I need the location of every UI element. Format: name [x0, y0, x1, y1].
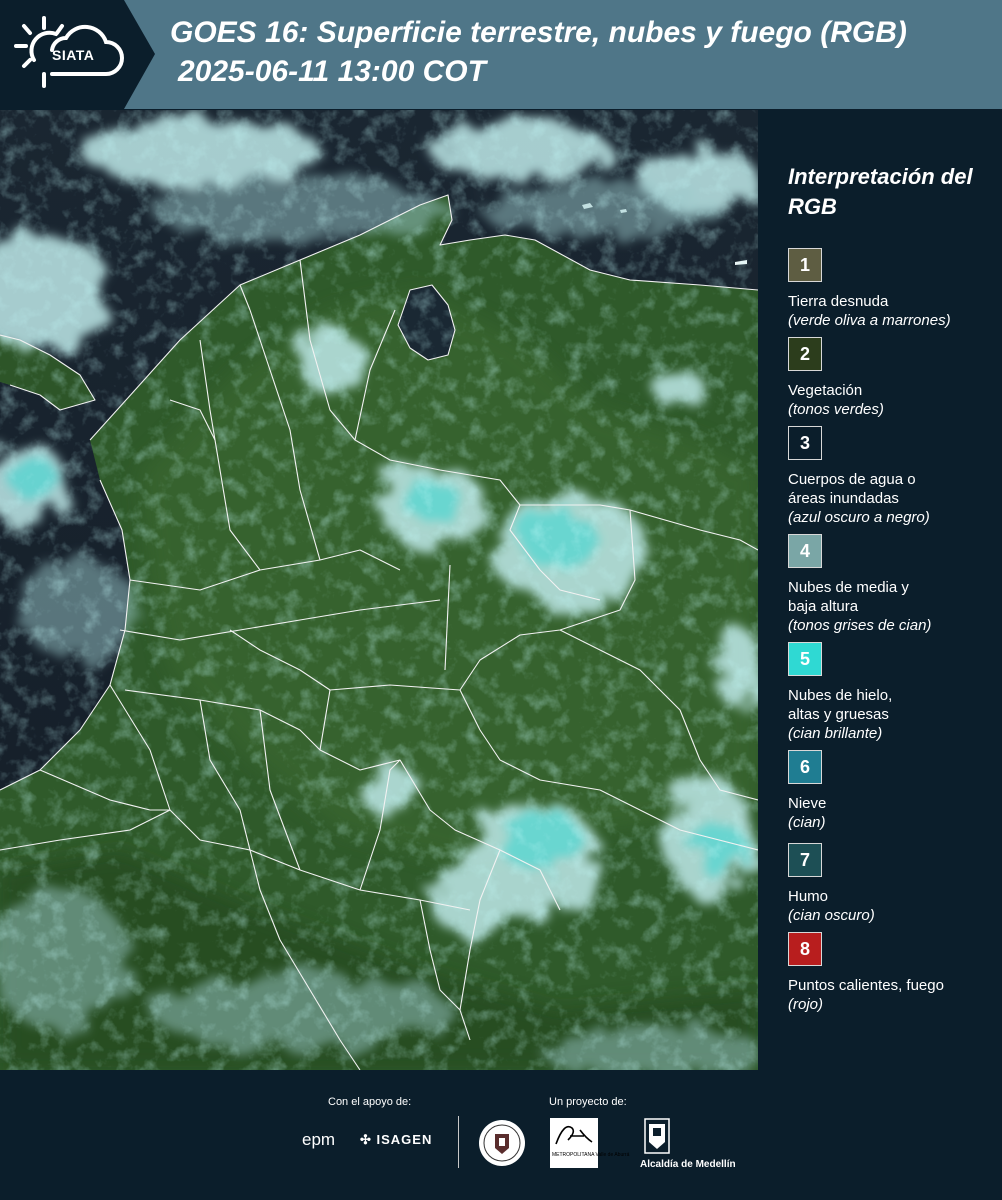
legend-item-fire: 8 Puntos calientes, fuego (rojo)	[788, 932, 998, 1014]
legend-item-label: Nubes de media y baja altura	[788, 579, 909, 615]
legend-item-label: Humo	[788, 888, 829, 905]
legend-swatch: 2	[788, 337, 822, 371]
legend-panel: Interpretación del RGB 1 Tierra desnuda …	[760, 110, 1002, 1070]
legend-item-desc: (tonos grises de cian)	[788, 617, 932, 634]
legend-item-ice-clouds: 5 Nubes de hielo, altas y gruesas (cian …	[788, 642, 998, 743]
page-title: GOES 16: Superficie terrestre, nubes y f…	[170, 16, 907, 49]
project-label: Un proyecto de:	[549, 1096, 627, 1108]
area-script-icon	[555, 1125, 593, 1145]
legend-item-label: Vegetación	[788, 382, 863, 399]
epm-logo: epm	[302, 1130, 336, 1149]
isagen-logo-text: ISAGEN	[376, 1132, 433, 1147]
legend-item-vegetation: 2 Vegetación (tonos verdes)	[788, 337, 998, 419]
area-metropolitana-text: METROPOLITANA Valle de Aburrá	[552, 1152, 630, 1158]
siata-logo-block: SIATA	[0, 0, 155, 109]
footer-divider	[458, 1116, 459, 1168]
legend-item-desc: (verde oliva a marrones)	[788, 312, 951, 329]
legend-swatch: 5	[788, 642, 822, 676]
legend-item-smoke: 7 Humo (cian oscuro)	[788, 843, 998, 925]
legend-swatch: 3	[788, 426, 822, 460]
legend-item-desc: (cian brillante)	[788, 725, 883, 742]
isagen-logo: ✣ ISAGEN	[360, 1132, 433, 1147]
footer: Con el apoyo de: Un proyecto de: epm ✣ I…	[0, 1070, 1002, 1200]
legend-item-desc: (cian oscuro)	[788, 907, 875, 924]
legend-item-mid-low-clouds: 4 Nubes de media y baja altura (tonos gr…	[788, 534, 998, 635]
legend-item-bare-soil: 1 Tierra desnuda (verde oliva a marrones…	[788, 248, 998, 330]
legend-item-label: Tierra desnuda	[788, 293, 889, 310]
legend-item-label: Cuerpos de agua o áreas inundadas	[788, 471, 916, 507]
legend-item-label: Nieve	[788, 795, 827, 812]
legend-swatch: 4	[788, 534, 822, 568]
legend-item-desc: (rojo)	[788, 996, 824, 1013]
legend-item-snow: 6 Nieve (cian)	[788, 750, 998, 832]
legend-item-desc: (cian)	[788, 814, 826, 831]
legend-swatch: 1	[788, 248, 822, 282]
goes16-rgb-image	[0, 110, 758, 1070]
legend-swatch: 7	[788, 843, 822, 877]
legend-item-desc: (azul oscuro a negro)	[788, 509, 930, 526]
legend-item-label: Puntos calientes, fuego	[788, 977, 944, 994]
alcaldia-medellin-shield-icon	[644, 1118, 670, 1154]
legend-item-water: 3 Cuerpos de agua o áreas inundadas (azu…	[788, 426, 998, 527]
university-seal-logo	[479, 1120, 525, 1166]
legend-item-label: Nubes de hielo, altas y gruesas	[788, 687, 893, 723]
header-bar: SIATA GOES 16: Superficie terrestre, nub…	[0, 0, 1002, 109]
legend-swatch: 6	[788, 750, 822, 784]
support-label: Con el apoyo de:	[328, 1096, 412, 1108]
area-metropolitana-logo: METROPOLITANA Valle de Aburrá	[550, 1118, 629, 1168]
legend-swatch: 8	[788, 932, 822, 966]
legend-title: Interpretación del RGB	[788, 164, 973, 219]
timestamp: 2025-06-11 13:00 COT	[178, 55, 486, 88]
satellite-map[interactable]	[0, 110, 758, 1070]
alcaldia-medellin-text: Alcaldía de Medellín	[640, 1159, 736, 1170]
siata-logo-text: SIATA	[52, 47, 95, 63]
legend-item-desc: (tonos verdes)	[788, 401, 884, 418]
